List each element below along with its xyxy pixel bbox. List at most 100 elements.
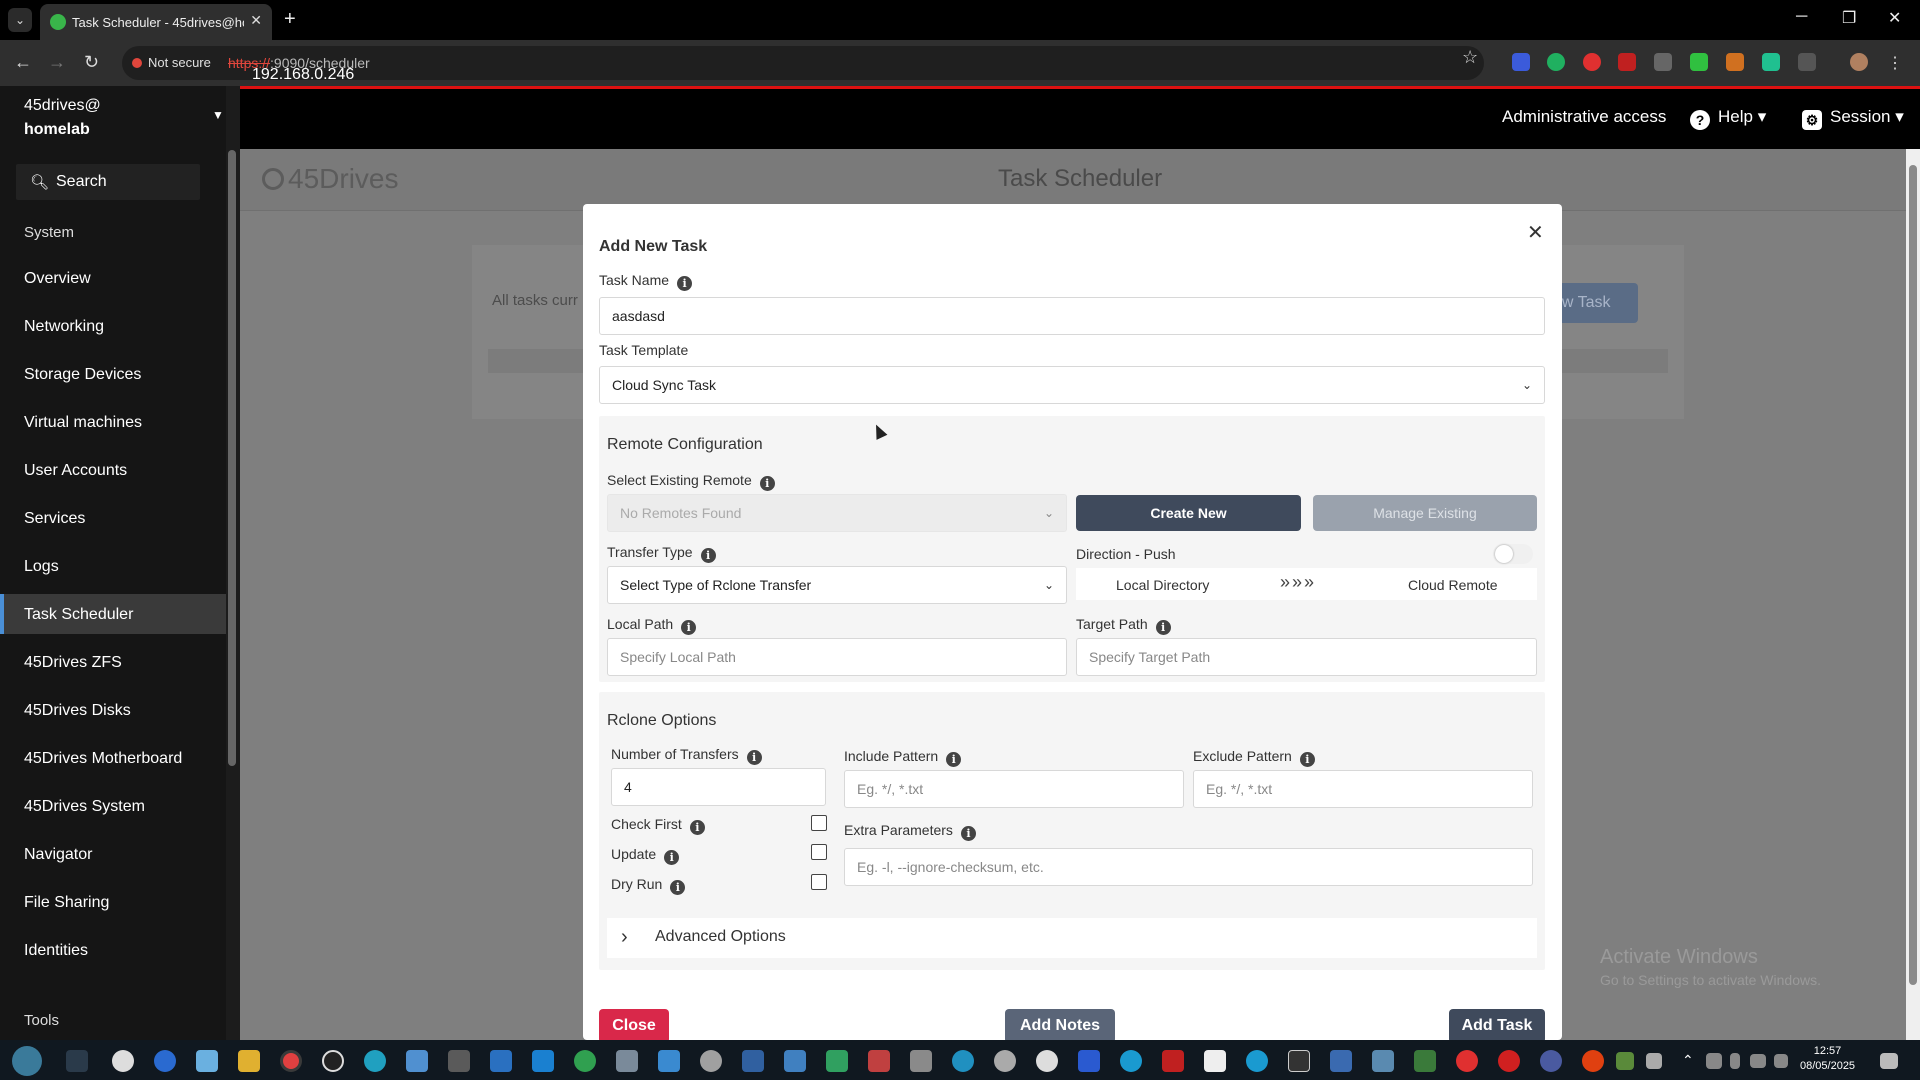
info-icon[interactable]: i bbox=[664, 850, 680, 865]
tray-icon[interactable] bbox=[1706, 1053, 1722, 1069]
close-tab-icon[interactable]: ✕ bbox=[250, 12, 262, 29]
forward-icon[interactable]: → bbox=[48, 52, 66, 73]
close-icon[interactable]: ✕ bbox=[1527, 220, 1544, 245]
app-icon[interactable] bbox=[826, 1050, 848, 1072]
extension-icon[interactable] bbox=[1512, 53, 1530, 71]
app-icon[interactable] bbox=[910, 1050, 932, 1072]
app-icon[interactable] bbox=[1078, 1050, 1100, 1072]
close-button[interactable]: Close bbox=[599, 1009, 669, 1040]
bookmark-star-icon[interactable]: ☆ bbox=[1462, 47, 1478, 68]
sidebar-item-overview[interactable]: Overview bbox=[24, 270, 91, 288]
extension-icon[interactable] bbox=[1726, 53, 1744, 71]
info-icon[interactable]: i bbox=[670, 880, 686, 895]
settings-icon[interactable] bbox=[112, 1050, 134, 1072]
app-icon[interactable] bbox=[616, 1050, 638, 1072]
not-secure-badge[interactable]: Not secure bbox=[132, 55, 211, 70]
extension-icon[interactable] bbox=[1762, 53, 1780, 71]
chrome-icon[interactable] bbox=[280, 1050, 302, 1072]
back-icon[interactable]: ← bbox=[14, 52, 32, 73]
address-bar[interactable]: Not secure https://192.168.0.246:9090/sc… bbox=[122, 46, 1484, 83]
info-icon[interactable]: i bbox=[1155, 620, 1171, 635]
add-task-button[interactable]: Add Task bbox=[1449, 1009, 1545, 1040]
sidebar-scrollbar-thumb[interactable] bbox=[228, 150, 236, 766]
opera-icon[interactable] bbox=[1498, 1050, 1520, 1072]
app-icon[interactable] bbox=[868, 1050, 890, 1072]
edge-icon[interactable] bbox=[1120, 1050, 1142, 1072]
target-path-input[interactable]: Specify Target Path bbox=[1076, 638, 1537, 676]
tray-icon[interactable] bbox=[1646, 1053, 1662, 1069]
sidebar-item-45drives-motherboard[interactable]: 45Drives Motherboard bbox=[24, 750, 182, 768]
manage-existing-button[interactable]: Manage Existing bbox=[1313, 495, 1537, 531]
num-transfers-input[interactable]: 4 bbox=[611, 768, 826, 806]
dry-run-checkbox[interactable] bbox=[811, 874, 827, 890]
task-name-input[interactable]: aasdasd bbox=[599, 297, 1545, 335]
profile-avatar[interactable] bbox=[1850, 53, 1868, 71]
sidebar-item-45drives-disks[interactable]: 45Drives Disks bbox=[24, 702, 131, 720]
app-icon[interactable] bbox=[1582, 1050, 1604, 1072]
extension-icon[interactable] bbox=[1583, 53, 1601, 71]
sidebar-item-networking[interactable]: Networking bbox=[24, 318, 104, 336]
app-icon[interactable] bbox=[952, 1050, 974, 1072]
close-window-icon[interactable]: ✕ bbox=[1888, 8, 1901, 28]
add-notes-button[interactable]: Add Notes bbox=[1005, 1009, 1115, 1040]
app-icon[interactable] bbox=[1540, 1050, 1562, 1072]
sidebar-item-45drives-zfs[interactable]: 45Drives ZFS bbox=[24, 654, 122, 672]
app-icon[interactable] bbox=[1414, 1050, 1436, 1072]
extensions-puzzle-icon[interactable] bbox=[1798, 53, 1816, 71]
info-icon[interactable]: i bbox=[681, 620, 697, 635]
new-tab-icon[interactable]: + bbox=[284, 8, 296, 31]
task-template-select[interactable]: Cloud Sync Task ⌄ bbox=[599, 366, 1545, 404]
tray-icon[interactable] bbox=[1616, 1052, 1634, 1070]
create-new-button[interactable]: Create New bbox=[1076, 495, 1301, 531]
app-icon[interactable] bbox=[1162, 1050, 1184, 1072]
app-icon[interactable] bbox=[994, 1050, 1016, 1072]
sidebar-item-virtual-machines[interactable]: Virtual machines bbox=[24, 414, 142, 432]
app-icon[interactable] bbox=[1204, 1050, 1226, 1072]
main-scrollbar[interactable] bbox=[1906, 149, 1920, 1040]
app-icon[interactable] bbox=[196, 1050, 218, 1072]
check-first-checkbox[interactable] bbox=[811, 815, 827, 831]
sidebar-item-file-sharing[interactable]: File Sharing bbox=[24, 894, 109, 912]
extra-params-textarea[interactable]: Eg. -l, --ignore-checksum, etc. bbox=[844, 848, 1533, 886]
info-icon[interactable]: i bbox=[759, 476, 775, 491]
administrative-access-button[interactable]: Administrative access bbox=[1502, 107, 1666, 127]
sidebar-item-storage[interactable]: Storage Devices bbox=[24, 366, 141, 384]
direction-toggle[interactable] bbox=[1493, 544, 1533, 564]
exclude-pattern-input[interactable]: Eg. */, *.txt bbox=[1193, 770, 1533, 808]
tab-search-icon[interactable]: ⌄ bbox=[8, 8, 32, 32]
main-scrollbar-thumb[interactable] bbox=[1909, 165, 1917, 985]
app-icon[interactable] bbox=[1288, 1050, 1310, 1072]
app-icon[interactable] bbox=[700, 1050, 722, 1072]
file-explorer-icon[interactable] bbox=[238, 1050, 260, 1072]
update-checkbox[interactable] bbox=[811, 844, 827, 860]
sidebar-item-user-accounts[interactable]: User Accounts bbox=[24, 462, 127, 480]
session-menu[interactable]: ⚙ Session ▾ bbox=[1802, 107, 1904, 130]
sidebar-item-45drives-system[interactable]: 45Drives System bbox=[24, 798, 145, 816]
notifications-icon[interactable] bbox=[1880, 1053, 1898, 1069]
reload-icon[interactable]: ↻ bbox=[84, 52, 99, 73]
local-path-input[interactable]: Specify Local Path bbox=[607, 638, 1067, 676]
app-icon[interactable] bbox=[364, 1050, 386, 1072]
transfer-type-select[interactable]: Select Type of Rclone Transfer ⌄ bbox=[607, 566, 1067, 604]
sidebar-item-logs[interactable]: Logs bbox=[24, 558, 59, 576]
microphone-icon[interactable] bbox=[1730, 1053, 1740, 1069]
app-icon[interactable] bbox=[448, 1050, 470, 1072]
sidebar-item-identities[interactable]: Identities bbox=[24, 942, 88, 960]
system-clock[interactable]: 12:57 08/05/2025 bbox=[1800, 1044, 1855, 1074]
sidebar-item-task-scheduler[interactable]: Task Scheduler bbox=[24, 606, 133, 624]
info-icon[interactable]: i bbox=[946, 752, 962, 767]
browser-menu-icon[interactable]: ⋮ bbox=[1886, 53, 1904, 72]
info-icon[interactable]: i bbox=[689, 820, 705, 835]
caret-down-icon[interactable]: ▼ bbox=[212, 108, 224, 122]
network-icon[interactable] bbox=[1750, 1054, 1766, 1068]
app-icon[interactable] bbox=[784, 1050, 806, 1072]
adblock-icon[interactable] bbox=[1618, 53, 1636, 71]
info-icon[interactable]: i bbox=[700, 548, 716, 563]
sidebar-item-navigator[interactable]: Navigator bbox=[24, 846, 92, 864]
include-pattern-input[interactable]: Eg. */, *.txt bbox=[844, 770, 1184, 808]
app-icon[interactable] bbox=[1036, 1050, 1058, 1072]
info-icon[interactable]: i bbox=[960, 826, 976, 841]
app-icon[interactable] bbox=[322, 1050, 344, 1072]
search-input[interactable]: 🔍︎ Search bbox=[16, 164, 200, 200]
app-icon[interactable] bbox=[406, 1050, 428, 1072]
